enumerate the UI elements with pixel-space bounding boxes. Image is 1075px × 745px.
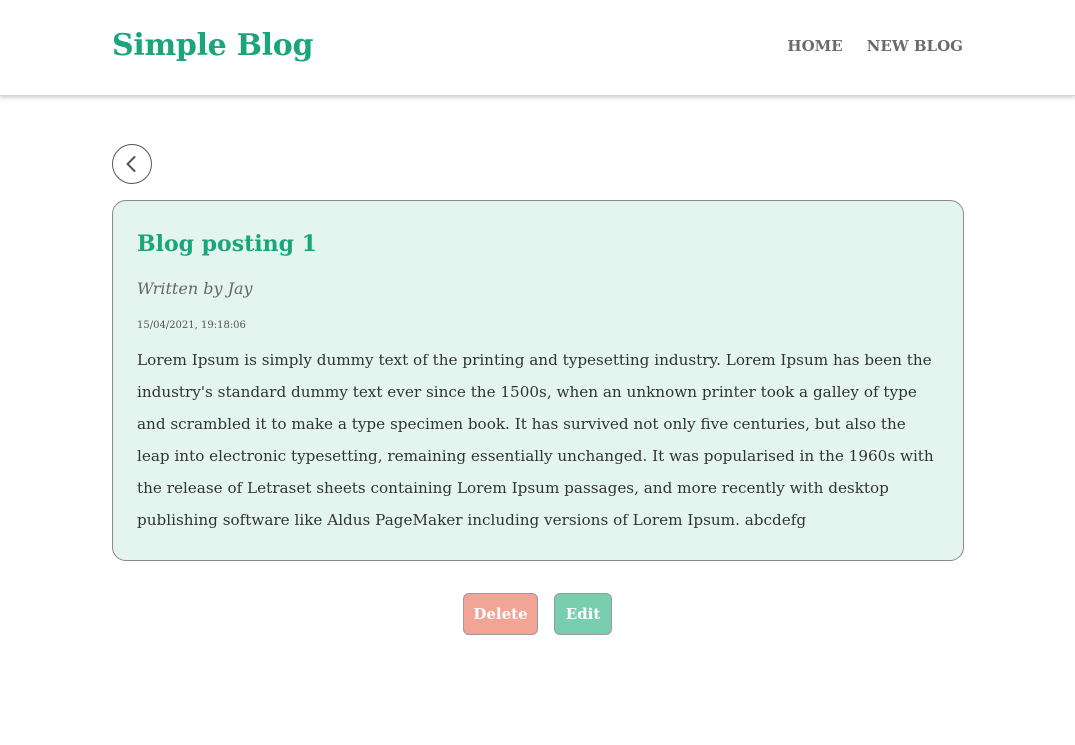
blog-post-card: Blog posting 1 Written by Jay 15/04/2021… bbox=[112, 200, 964, 561]
post-timestamp: 15/04/2021, 19:18:06 bbox=[137, 320, 246, 331]
post-body: Lorem Ipsum is simply dummy text of the … bbox=[137, 351, 934, 529]
nav-new-blog-link[interactable]: NEW BLOG bbox=[867, 36, 963, 56]
post-actions: Delete Edit bbox=[463, 593, 612, 635]
site-header: Simple Blog HOME NEW BLOG bbox=[0, 0, 1075, 96]
main-nav: HOME NEW BLOG bbox=[787, 36, 963, 56]
chevron-left-icon bbox=[126, 156, 136, 172]
back-button[interactable] bbox=[112, 144, 152, 184]
edit-button[interactable]: Edit bbox=[554, 593, 612, 635]
post-author: Written by Jay bbox=[137, 279, 253, 298]
post-title: Blog posting 1 bbox=[137, 231, 317, 257]
nav-home-link[interactable]: HOME bbox=[787, 36, 842, 56]
site-brand-link[interactable]: Simple Blog bbox=[112, 26, 313, 66]
delete-button[interactable]: Delete bbox=[463, 593, 538, 635]
